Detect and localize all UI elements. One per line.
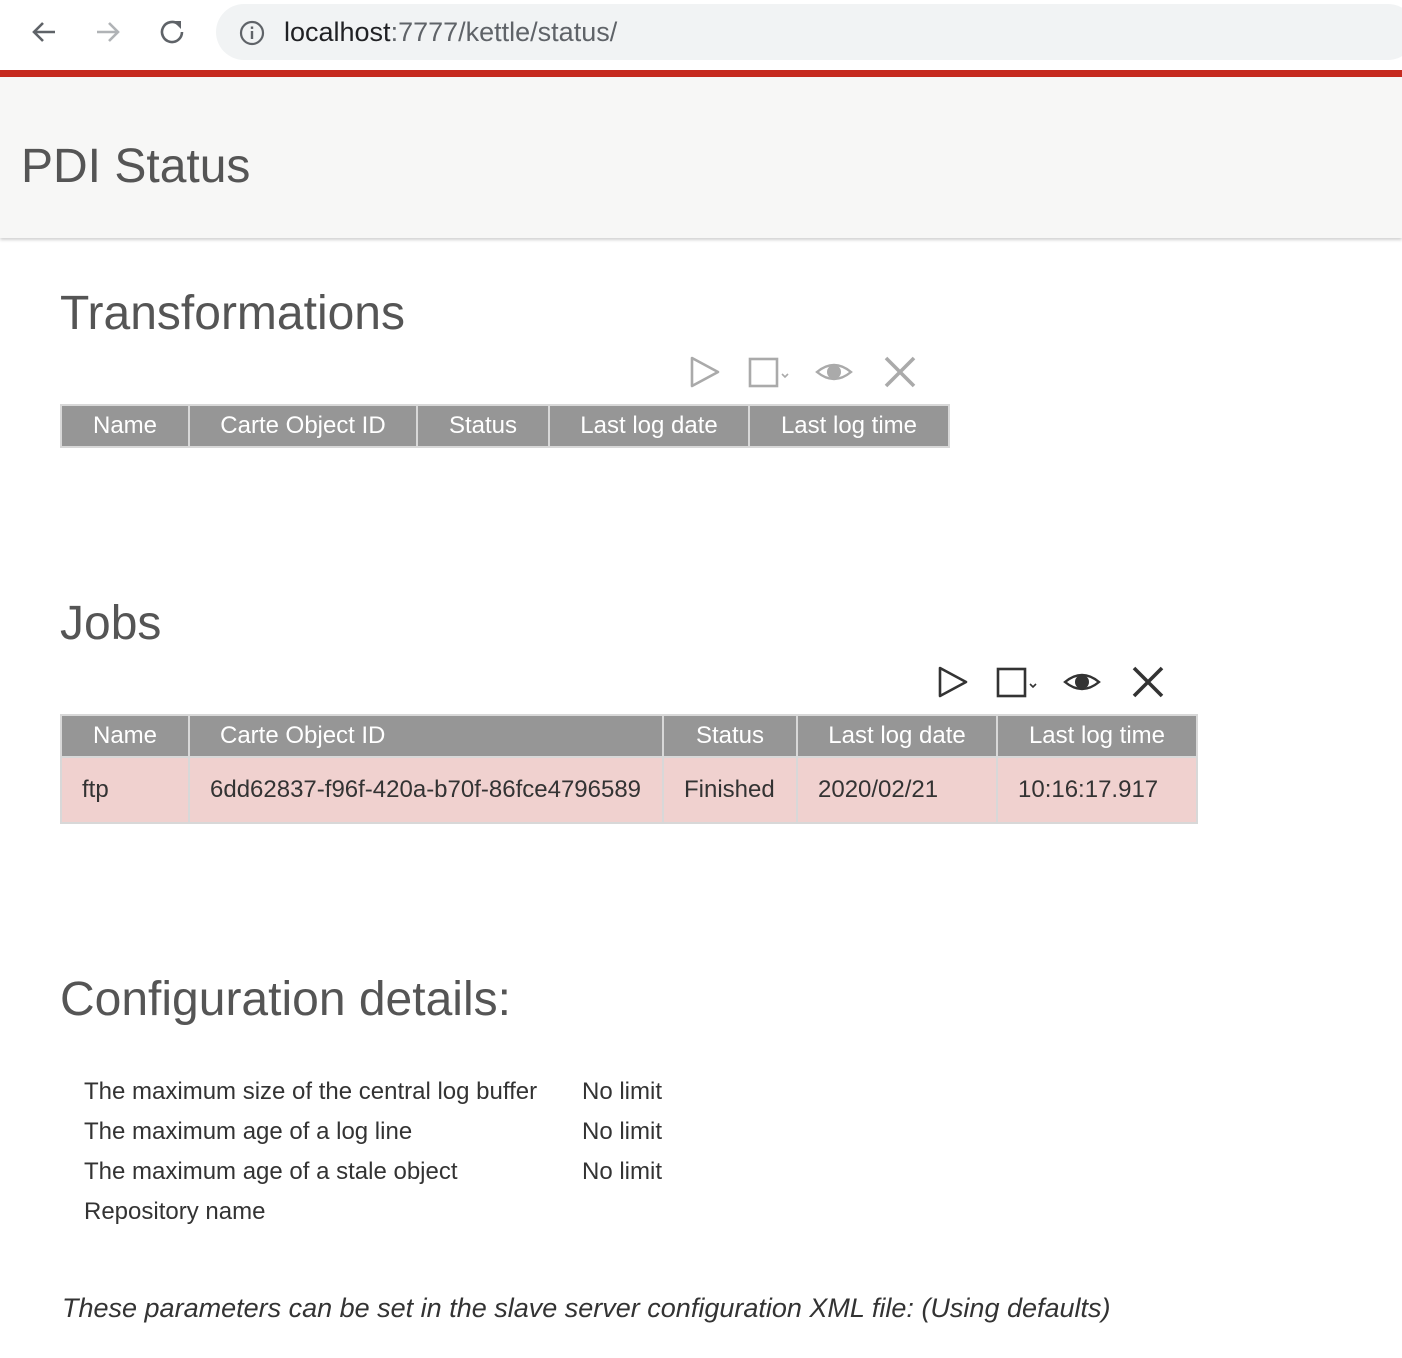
reload-button[interactable] [152, 12, 192, 52]
job-name-cell[interactable]: ftp [60, 756, 190, 824]
job-time-cell: 10:16:17.917 [996, 756, 1198, 824]
remove-icon[interactable] [1128, 660, 1168, 704]
config-value: No limit [582, 1078, 663, 1105]
column-header-name[interactable]: Name [60, 404, 190, 448]
play-icon[interactable] [932, 660, 972, 704]
forward-button[interactable] [88, 12, 128, 52]
table-header-row: Name Carte Object ID Status Last log dat… [60, 404, 950, 448]
info-icon[interactable] [238, 19, 266, 47]
view-icon[interactable] [814, 350, 854, 394]
config-row: The maximum age of a log line No limit [84, 1112, 662, 1152]
page-title: PDI Status [21, 140, 251, 193]
remove-icon[interactable] [880, 350, 920, 394]
column-header-id[interactable]: Carte Object ID [188, 714, 664, 758]
page-header: PDI Status [0, 77, 1402, 238]
column-header-status[interactable]: Status [662, 714, 798, 758]
url-path: :7777/kettle/status/ [390, 17, 618, 47]
config-row: The maximum size of the central log buff… [84, 1072, 662, 1112]
browser-toolbar: localhost:7777/kettle/status/ [0, 0, 1402, 70]
config-label: The maximum age of a stale object [84, 1158, 458, 1185]
configuration-table: The maximum size of the central log buff… [84, 1072, 662, 1232]
url-text[interactable]: localhost:7777/kettle/status/ [284, 17, 617, 48]
config-label: Repository name [84, 1198, 266, 1225]
config-label: The maximum age of a log line [84, 1118, 413, 1145]
configuration-title: Configuration details: [60, 973, 511, 1026]
column-header-date[interactable]: Last log date [796, 714, 998, 758]
column-header-id[interactable]: Carte Object ID [188, 404, 418, 448]
column-header-date[interactable]: Last log date [548, 404, 750, 448]
play-icon[interactable] [684, 350, 724, 394]
reload-icon [160, 20, 184, 44]
jobs-toolbar [932, 660, 1168, 704]
accent-bar [0, 70, 1402, 77]
config-value: No limit [582, 1118, 663, 1145]
jobs-table: Name Carte Object ID Status Last log dat… [60, 714, 1198, 824]
job-date-cell: 2020/02/21 [796, 756, 998, 824]
config-row: Repository name [84, 1192, 662, 1232]
url-host: localhost [284, 17, 391, 47]
view-icon[interactable] [1062, 660, 1102, 704]
config-row: The maximum age of a stale object No lim… [84, 1152, 662, 1192]
transformations-toolbar [684, 350, 920, 394]
transformations-title: Transformations [60, 287, 405, 340]
stop-icon[interactable] [746, 350, 796, 394]
column-header-name[interactable]: Name [60, 714, 190, 758]
job-id-cell[interactable]: 6dd62837-f96f-420a-b70f-86fce4796589 [188, 756, 664, 824]
column-header-time[interactable]: Last log time [996, 714, 1198, 758]
transformations-table: Name Carte Object ID Status Last log dat… [60, 404, 950, 448]
table-header-row: Name Carte Object ID Status Last log dat… [60, 714, 1198, 758]
config-value: No limit [582, 1158, 663, 1185]
address-bar[interactable]: localhost:7777/kettle/status/ [216, 4, 1402, 60]
forward-arrow-icon [97, 22, 120, 42]
column-header-status[interactable]: Status [416, 404, 550, 448]
back-button[interactable] [24, 12, 64, 52]
table-row[interactable]: ftp 6dd62837-f96f-420a-b70f-86fce4796589… [60, 756, 1198, 824]
stop-icon[interactable] [994, 660, 1044, 704]
jobs-title: Jobs [60, 597, 162, 650]
job-status-cell: Finished [662, 756, 798, 824]
back-arrow-icon [32, 22, 55, 42]
configuration-footnote: These parameters can be set in the slave… [62, 1293, 1111, 1323]
config-label: The maximum size of the central log buff… [84, 1078, 538, 1105]
column-header-time[interactable]: Last log time [748, 404, 950, 448]
